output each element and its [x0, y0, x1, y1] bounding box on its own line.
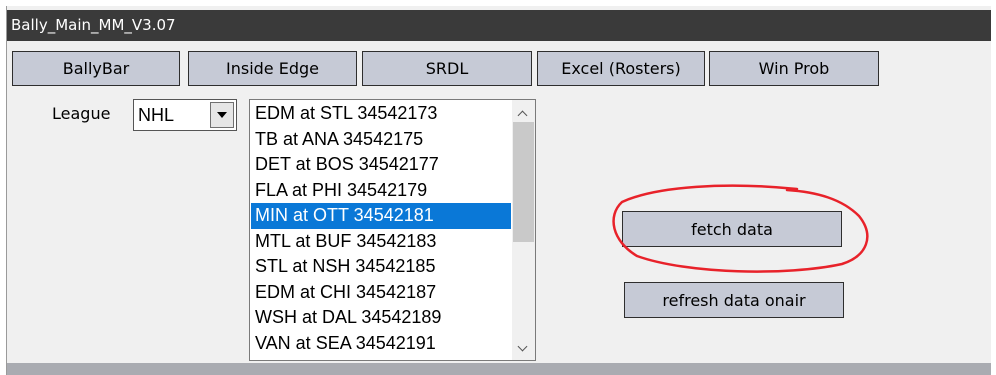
red-circle-annotation	[612, 184, 869, 273]
app-window: Bally_Main_MM_V3.07 BallyBar Inside Edge…	[6, 6, 991, 375]
